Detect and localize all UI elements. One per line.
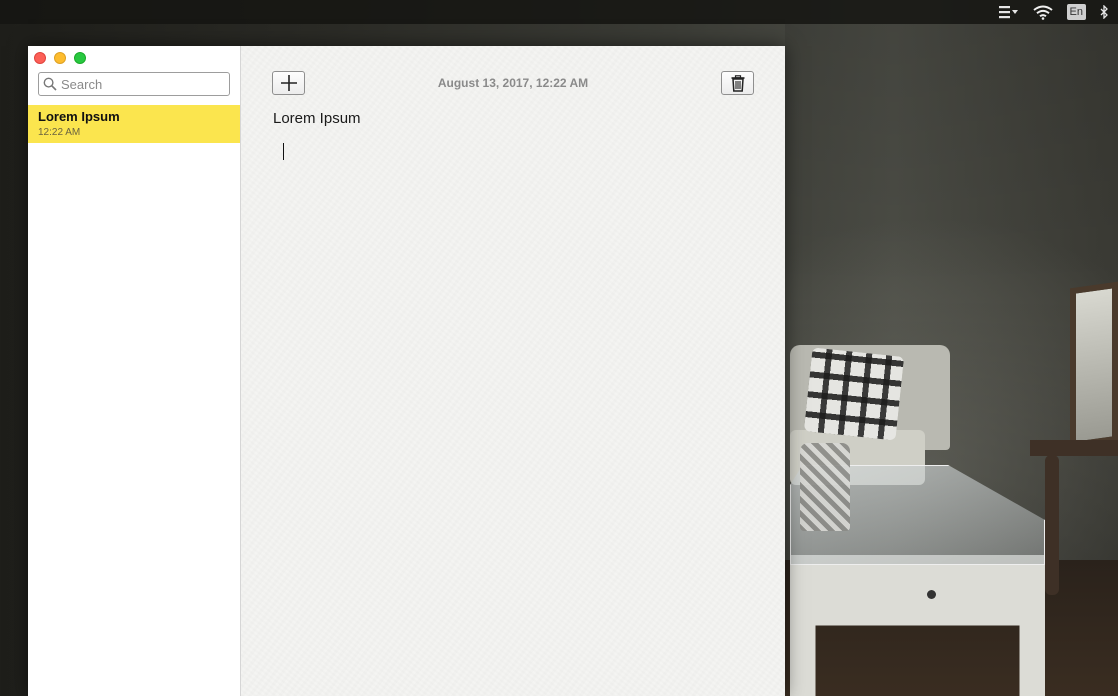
wallpaper-mirror [1070,281,1118,449]
wallpaper-side-table [1030,440,1118,456]
language-badge: En [1066,4,1086,20]
text-cursor [283,143,284,160]
notes-window: Lorem Ipsum 12:22 AM August 13, 2017, 12… [28,46,785,696]
note-editor[interactable]: August 13, 2017, 12:22 AM Lorem Ipsum [241,46,785,696]
search-input[interactable] [61,76,221,92]
minimize-button[interactable] [54,52,66,64]
wallpaper-drawer-knob [927,590,936,599]
note-date: August 13, 2017, 12:22 AM [437,76,589,90]
menu-bar: En [0,0,1118,24]
wallpaper-vase [800,443,850,531]
delete-note-button[interactable] [721,71,754,95]
note-list-item-time: 12:22 AM [38,127,81,138]
wallpaper-pillow [803,347,905,441]
close-button[interactable] [34,52,46,64]
trash-icon [731,74,744,92]
bluetooth-icon[interactable] [1100,0,1108,24]
note-title[interactable]: Lorem Ipsum [273,110,361,127]
input-language-icon[interactable]: En [1066,0,1086,24]
note-list-item[interactable]: Lorem Ipsum 12:22 AM [28,105,240,143]
wallpaper-side-table-leg [1045,455,1059,595]
note-list-item-title: Lorem Ipsum [38,109,120,124]
notes-sidebar: Lorem Ipsum 12:22 AM [28,46,241,696]
wifi-icon[interactable] [1032,0,1053,24]
zoom-button[interactable] [74,52,86,64]
list-menu-icon[interactable] [998,0,1019,24]
search-field[interactable] [38,72,230,96]
search-icon [43,77,57,91]
window-controls [34,52,86,64]
